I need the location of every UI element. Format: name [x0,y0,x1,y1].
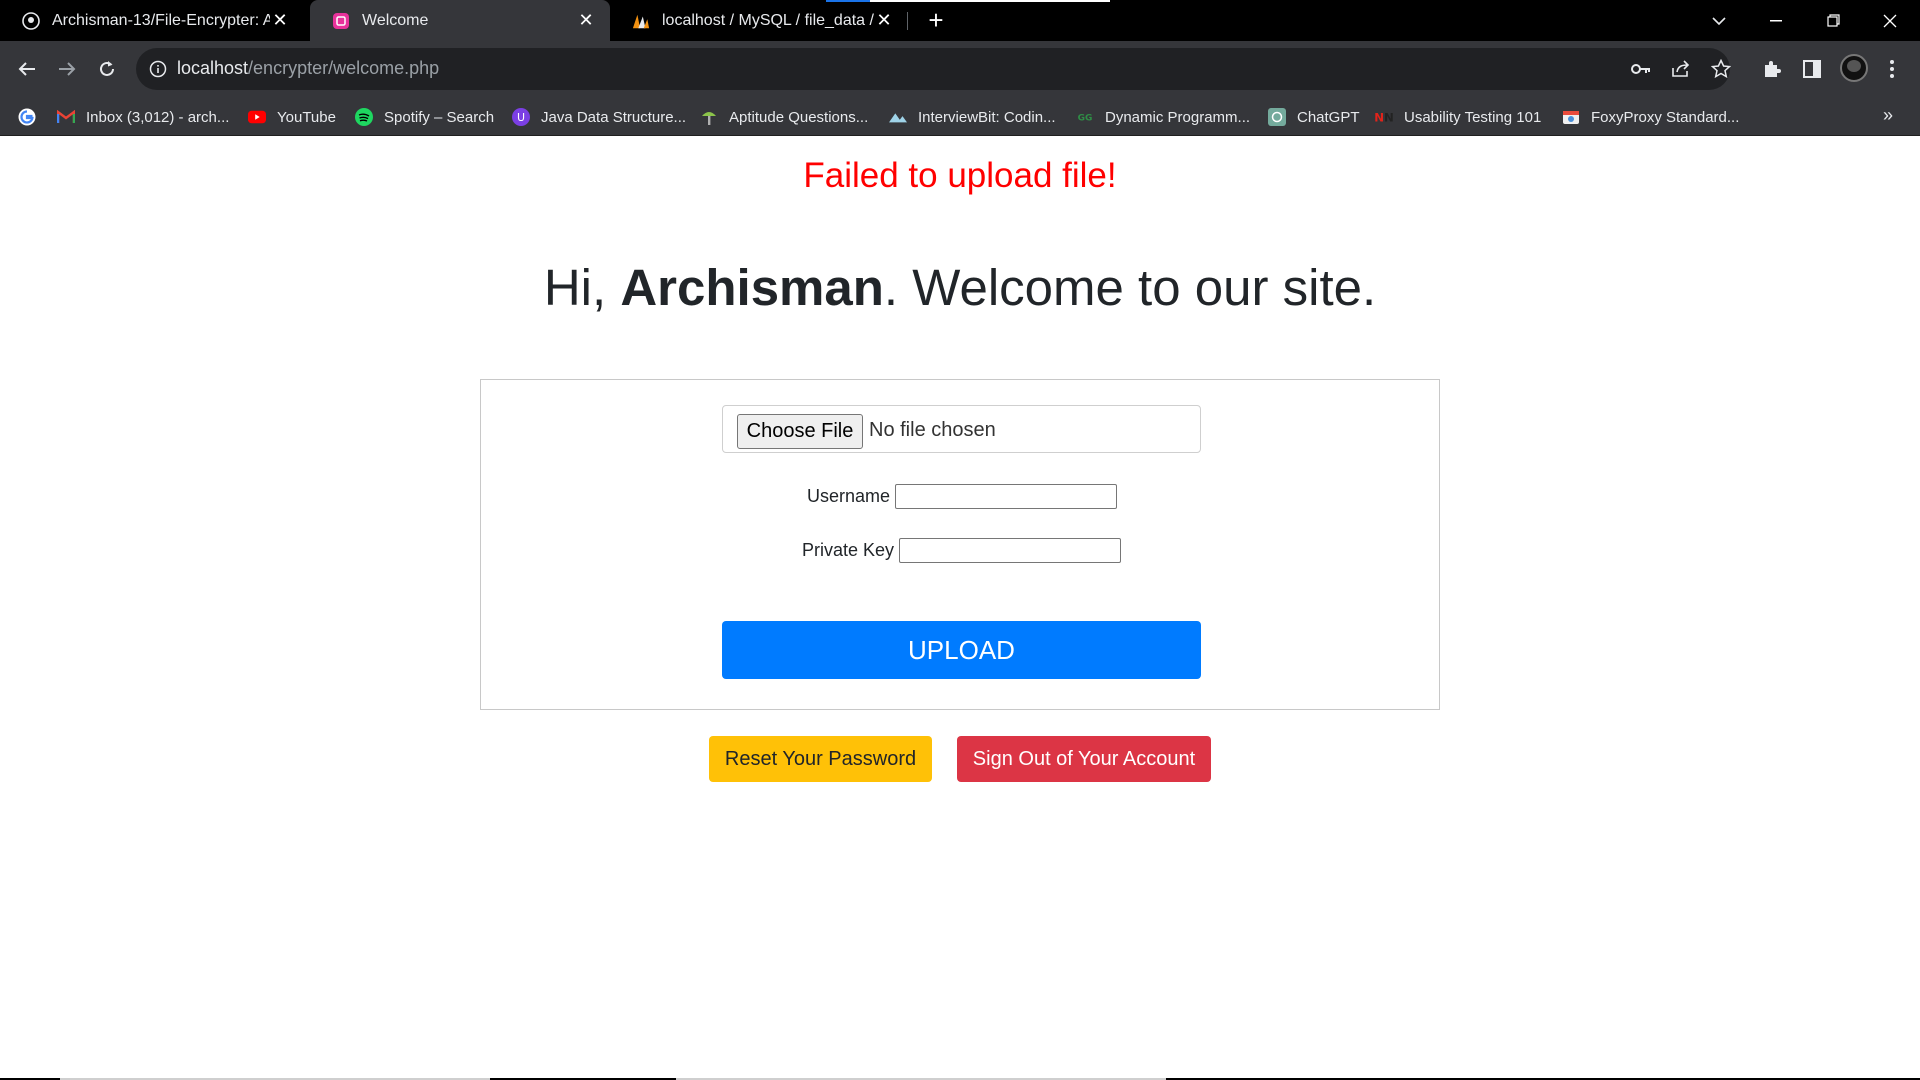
extensions-puzzle-icon[interactable] [1756,53,1788,85]
tab-title: Archisman-13/File-Encrypter: A W [52,11,270,29]
bookmark-label: FoxyProxy Standard... [1591,108,1740,126]
gmail-icon [57,108,75,126]
bookmark-youtube[interactable]: YouTube [248,106,336,128]
bookmark-label: InterviewBit: Codin... [918,108,1056,126]
private-key-row: Private Key [802,538,1122,563]
upload-button[interactable]: UPLOAD [722,621,1201,679]
forward-button[interactable] [51,53,83,85]
forward-arrow-icon [59,62,76,76]
bookmark-label: YouTube [277,108,336,126]
back-arrow-icon [18,62,35,76]
username-row: Username [807,484,1118,509]
java-icon: U [512,108,530,126]
bookmark-interviewbit[interactable]: InterviewBit: Codin... [889,106,1056,128]
welcome-prefix: Hi, [543,259,621,316]
bookmark-label: Spotify – Search [384,108,495,126]
upload-form: Choose File No file chosen Username Priv… [480,379,1440,710]
bookmark-java[interactable]: U Java Data Structure... [512,106,686,128]
reload-button[interactable] [91,53,123,85]
nn-icon: NN [1375,108,1393,126]
sign-out-button[interactable]: Sign Out of Your Account [957,736,1211,782]
close-window-button[interactable] [1863,0,1917,41]
tab-phpmyadmin[interactable]: localhost / MySQL / file_data / m ✕ [610,0,908,41]
back-button[interactable] [11,53,43,85]
minimize-button[interactable] [1749,0,1803,41]
file-status-text: No file chosen [869,419,996,441]
bookmark-label: Inbox (3,012) - arch... [86,108,230,126]
welcome-suffix: . Welcome to our site. [883,259,1377,316]
url-path: /encrypter/welcome.php [248,58,440,78]
username-label: Username [807,486,891,506]
chatgpt-icon [1268,108,1286,126]
reload-icon [100,61,114,76]
side-panel-icon[interactable] [1796,53,1828,85]
google-icon [18,108,36,126]
bookmark-gfg[interactable]: GG Dynamic Programm... [1076,106,1250,128]
tab-search-button[interactable] [1692,0,1746,41]
github-icon [22,11,40,30]
url-text[interactable]: localhost/encrypter/welcome.php [177,58,439,79]
choose-file-button[interactable]: Choose File [737,414,863,449]
tab-title: Welcome [362,11,429,29]
more-bookmarks-icon[interactable]: » [1883,105,1893,126]
page-content: Failed to upload file! Hi, Archisman. We… [0,136,1920,1080]
info-icon[interactable] [149,60,167,78]
profile-avatar[interactable] [1840,54,1868,82]
address-bar[interactable]: localhost/encrypter/welcome.php [136,48,1732,90]
bookmark-aptitude[interactable]: Aptitude Questions... [700,106,868,128]
bookmark-foxyproxy[interactable]: FoxyProxy Standard... [1562,106,1739,128]
browser-toolbar: localhost/encrypter/welcome.php [0,41,1920,98]
bookmark-label: Usability Testing 101 [1404,108,1542,126]
restore-icon [1826,14,1840,27]
private-key-label: Private Key [802,540,895,560]
new-tab-button[interactable]: + [922,5,950,35]
close-icon [1883,14,1897,27]
bookmark-label: Dynamic Programm... [1105,108,1251,126]
chevron-down-icon [1712,16,1726,25]
reset-password-button[interactable]: Reset Your Password [709,736,932,782]
interviewbit-icon [889,108,907,126]
bookmark-star-icon[interactable] [1710,58,1732,80]
username-display: Archisman [620,259,884,316]
svg-text:GG: GG [1078,114,1093,123]
bookmark-label: ChatGPT [1297,108,1360,126]
aptitude-icon [700,108,718,126]
phpmyadmin-icon [632,12,650,30]
site-favicon-icon [332,12,350,30]
welcome-heading: Hi, Archisman. Welcome to our site. [0,258,1920,317]
bookmark-label: Java Data Structure... [541,108,687,126]
bookmark-label: Aptitude Questions... [729,108,869,126]
key-icon[interactable] [1630,58,1652,80]
bookmark-google[interactable] [18,106,47,128]
bookmark-spotify[interactable]: Spotify – Search [355,106,494,128]
svg-text:U: U [517,111,525,124]
error-message: Failed to upload file! [803,156,1117,195]
tab-separator [907,12,908,30]
minimize-icon [1770,19,1782,21]
url-host: localhost [177,58,249,78]
tab-strip: Archisman-13/File-Encrypter: A W ✕ Welco… [0,0,1920,41]
tab-welcome[interactable]: Welcome ✕ [310,0,610,41]
bookmarks-bar: Inbox (3,012) - arch... YouTube Spotify … [0,98,1920,136]
tab-github[interactable]: Archisman-13/File-Encrypter: A W ✕ [0,0,304,41]
spotify-icon [355,108,373,126]
bookmark-chatgpt[interactable]: ChatGPT [1268,106,1360,128]
bookmark-inbox[interactable]: Inbox (3,012) - arch... [57,106,229,128]
file-input[interactable]: Choose File No file chosen [722,405,1201,453]
gfg-icon: GG [1076,108,1094,126]
foxyproxy-icon [1562,108,1580,126]
private-key-input[interactable] [899,538,1122,563]
youtube-icon [248,108,266,126]
bookmark-nn[interactable]: NN Usability Testing 101 [1375,106,1541,128]
restore-button[interactable] [1806,0,1860,41]
svg-text:NN: NN [1375,111,1393,125]
username-input[interactable] [895,484,1118,509]
close-tab-icon[interactable]: ✕ [270,10,290,31]
tab-title: localhost / MySQL / file_data / m [662,11,874,29]
share-icon[interactable] [1670,58,1692,80]
close-tab-icon[interactable]: ✕ [576,10,596,31]
close-tab-icon[interactable]: ✕ [874,10,894,31]
menu-kebab-icon[interactable] [1876,53,1908,85]
